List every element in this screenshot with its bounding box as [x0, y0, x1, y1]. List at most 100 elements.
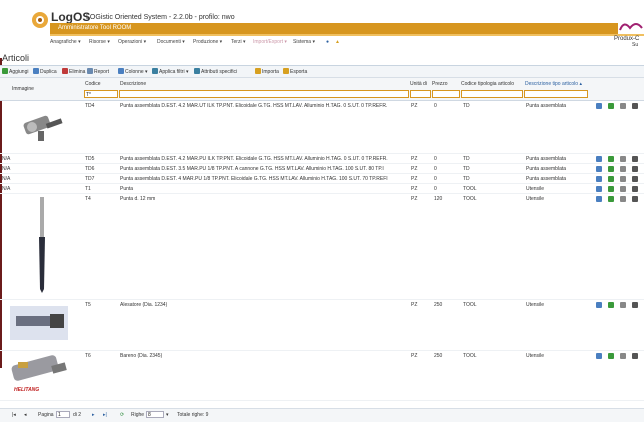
table-row[interactable]: T5 Alesatore (Dia. 1234) PZ 250 TOOL Utensile [0, 299, 644, 351]
toolbar-button-7[interactable]: Importa [255, 68, 279, 75]
lock-icon[interactable] [632, 186, 638, 192]
articles-grid: Immagine Codice Descrizione Unità di Pre… [0, 78, 644, 401]
cell-descrizione: Punta d. 12 mm [120, 196, 156, 202]
cell-descrizione: Punta [120, 186, 134, 192]
menu-item-0[interactable]: Anagrafiche ▾ [50, 39, 81, 45]
attributes-icon[interactable] [608, 186, 614, 192]
filter-codice-tipologia[interactable] [461, 90, 523, 98]
toolbar-button-4[interactable]: Colonne ▾ [118, 68, 148, 75]
cell-descrizione: Alesatore (Dia. 1234) [120, 302, 168, 308]
rows-select[interactable]: 8 [146, 411, 164, 418]
total-rows: Totale righe: 9 [177, 412, 209, 418]
menu-item-1[interactable]: Risorse ▾ [89, 39, 110, 45]
refresh-icon[interactable]: ⟳ [120, 412, 124, 418]
lock-icon[interactable] [632, 166, 638, 172]
table-row[interactable]: T6 Bareno (Dia. 2345) PZ 250 TOOL Utensile HEL… [0, 350, 644, 401]
brand-logo: HELITANG [14, 387, 40, 393]
users-icon[interactable] [620, 166, 626, 172]
add-icon [2, 68, 8, 74]
filter-descrizione[interactable] [119, 90, 409, 98]
produx-logo-icon [618, 20, 644, 34]
col-codice[interactable]: Codice [85, 81, 101, 87]
attributes-icon[interactable] [608, 166, 614, 172]
cell-codice: TD5 [85, 156, 95, 162]
lock-icon[interactable] [632, 176, 638, 182]
toolbar-button-3[interactable]: Report [87, 68, 109, 75]
cell-tipologia: TD [463, 176, 470, 182]
rows-dropdown-icon[interactable]: ▾ [166, 412, 169, 418]
users-icon[interactable] [620, 156, 626, 162]
attributes-icon[interactable] [608, 176, 614, 182]
rows-label: Righe [131, 412, 145, 418]
filter-prezzo[interactable] [432, 90, 460, 98]
edit-icon[interactable] [596, 176, 602, 182]
cell-tipo: Utensile [526, 186, 545, 192]
users-icon[interactable] [620, 302, 626, 308]
toolbar-button-0[interactable]: Aggiungi [2, 68, 28, 75]
attributes-icon[interactable] [608, 196, 614, 202]
filter-unita[interactable] [410, 90, 431, 98]
toolbar-button-5[interactable]: Applica filtri ▾ [152, 68, 188, 75]
filter-descrizione-tipo[interactable] [524, 90, 588, 98]
cell-prezzo: 250 [434, 302, 443, 308]
users-icon[interactable] [620, 353, 626, 359]
edit-icon[interactable] [596, 186, 602, 192]
cell-codice: TD4 [85, 103, 95, 109]
col-descrizione-tipo[interactable]: Descrizione tipo articolo ▴ [525, 81, 582, 87]
table-row[interactable]: T4 Punta d. 12 mm PZ 120 TOOL Utensile [0, 193, 644, 300]
users-icon[interactable] [620, 186, 626, 192]
logos-logo-icon [32, 12, 48, 28]
edit-icon[interactable] [596, 166, 602, 172]
menu-item-6[interactable]: Import/Export ▾ [253, 39, 287, 45]
edit-icon[interactable] [596, 302, 602, 308]
users-icon[interactable] [620, 176, 626, 182]
toolbar-button-label: Applica filtri ▾ [159, 69, 189, 75]
page-input[interactable]: 1 [56, 411, 70, 418]
warning-icon[interactable]: ▲ [335, 39, 340, 45]
edit-icon[interactable] [596, 353, 602, 359]
toolbar-button-2[interactable]: Elimina [62, 68, 85, 75]
first-page-icon[interactable]: |◂ [12, 412, 16, 418]
lock-icon[interactable] [632, 196, 638, 202]
columns-icon [118, 68, 124, 74]
col-descrizione[interactable]: Descrizione [120, 81, 146, 87]
col-codice-tipologia[interactable]: Codice tipologia articolo [461, 81, 514, 87]
last-page-icon[interactable]: ▸| [103, 412, 107, 418]
toolbar-button-8[interactable]: Esporta [283, 68, 307, 75]
lock-icon[interactable] [632, 353, 638, 359]
toolbar-button-1[interactable]: Duplica [33, 68, 57, 75]
cell-prezzo: 250 [434, 353, 443, 359]
col-unita[interactable]: Unità di [410, 81, 427, 87]
users-icon[interactable] [620, 196, 626, 202]
prev-page-icon[interactable]: ◂ [24, 412, 27, 418]
lock-icon[interactable] [632, 302, 638, 308]
next-page-icon[interactable]: ▸ [92, 412, 95, 418]
attributes-icon[interactable] [608, 103, 614, 109]
lock-icon[interactable] [632, 156, 638, 162]
cell-img: N/A [2, 166, 11, 172]
col-immagine[interactable]: Immagine [12, 86, 34, 92]
cell-unita: PZ [411, 186, 418, 192]
col-prezzo[interactable]: Prezzo [432, 81, 448, 87]
menu-item-3[interactable]: Documenti ▾ [157, 39, 185, 45]
menu-item-4[interactable]: Produzione ▾ [193, 39, 222, 45]
attributes-icon[interactable] [608, 353, 614, 359]
report-icon [87, 68, 93, 74]
help-icon[interactable]: ● [326, 39, 329, 45]
filter-codice[interactable]: T* [84, 90, 118, 98]
cell-tipologia: TOOL [463, 186, 477, 192]
attributes-icon[interactable] [608, 302, 614, 308]
toolbar-button-6[interactable]: Attributi specifici [194, 68, 237, 75]
cell-unita: PZ [411, 353, 418, 359]
menu-item-5[interactable]: Terzi ▾ [231, 39, 245, 45]
table-row[interactable]: TD4 Punta assemblata D.EST. 4.2 MAR.UT IL… [0, 100, 644, 154]
attributes-icon[interactable] [608, 156, 614, 162]
duplicate-icon [33, 68, 39, 74]
edit-icon[interactable] [596, 196, 602, 202]
menu-item-2[interactable]: Operazioni ▾ [118, 39, 146, 45]
menu-item-7[interactable]: Sistema ▾ [293, 39, 315, 45]
lock-icon[interactable] [632, 103, 638, 109]
edit-icon[interactable] [596, 103, 602, 109]
edit-icon[interactable] [596, 156, 602, 162]
users-icon[interactable] [620, 103, 626, 109]
